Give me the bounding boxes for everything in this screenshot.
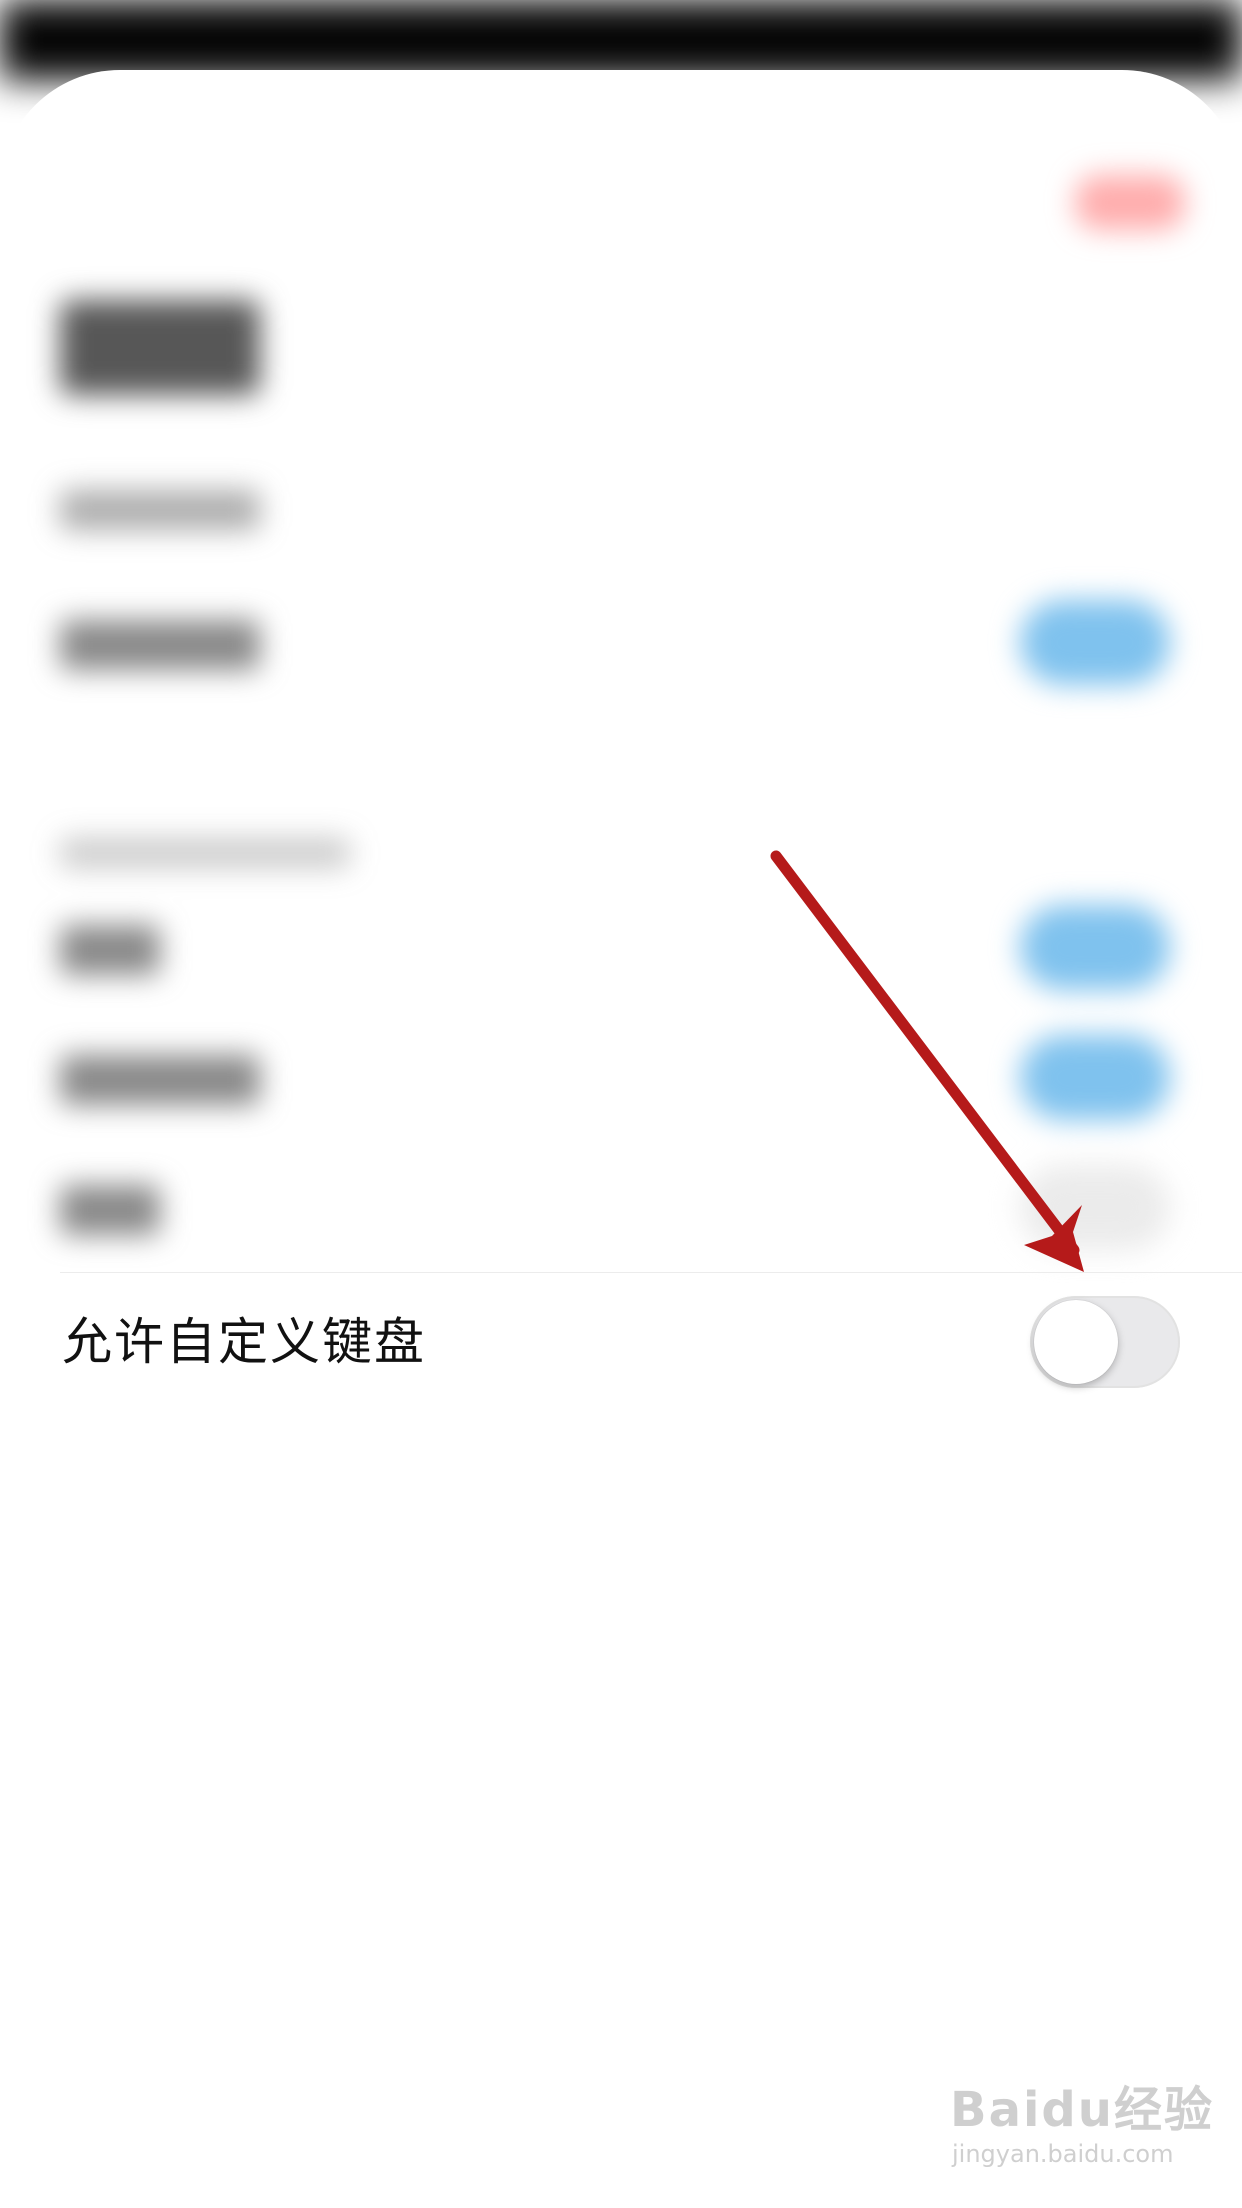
blurred-red-button — [1075, 175, 1185, 230]
blurred-toggle-on — [1020, 600, 1170, 685]
toggle-knob[interactable] — [1034, 1300, 1118, 1384]
blurred-background-content — [0, 0, 1242, 1300]
allow-custom-keyboard-row: 允许自定义键盘 — [0, 1272, 1242, 1412]
blurred-toggle-on — [1020, 905, 1170, 990]
blurred-text — [60, 1185, 160, 1235]
allow-custom-keyboard-toggle[interactable] — [1030, 1296, 1180, 1388]
blurred-toggle-on — [1020, 1035, 1170, 1120]
setting-label: 允许自定义键盘 — [62, 1313, 426, 1371]
blurred-text — [60, 490, 260, 530]
blurred-section-header — [60, 838, 350, 868]
blurred-text — [60, 1055, 260, 1105]
blurred-toggle-off — [1020, 1165, 1170, 1250]
blurred-text — [60, 620, 260, 670]
blurred-text — [60, 925, 160, 975]
baidu-watermark: Baidu经验 jingyan.baidu.com — [950, 2070, 1230, 2190]
watermark-logo-text: Baidu经验 — [950, 2082, 1214, 2138]
watermark-url: jingyan.baidu.com — [952, 2140, 1174, 2168]
blurred-title — [60, 300, 260, 395]
